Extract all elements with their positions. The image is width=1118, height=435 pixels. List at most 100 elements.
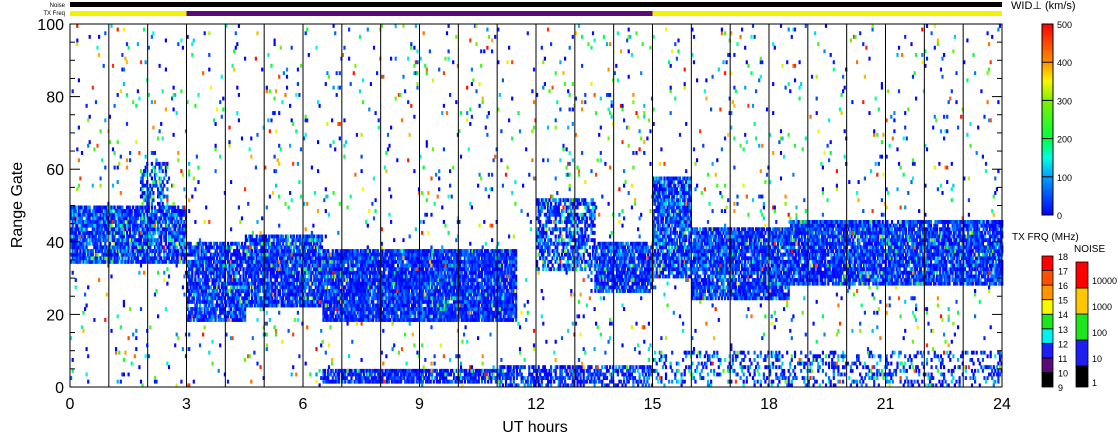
data-cell [135, 245, 138, 250]
data-cell [389, 303, 392, 308]
data-cell [214, 281, 217, 286]
data-cell [442, 252, 445, 257]
data-cell [333, 259, 336, 264]
data-cell [296, 296, 299, 301]
data-cell [303, 249, 306, 253]
data-cell [161, 201, 164, 206]
data-cell [454, 310, 457, 315]
data-cell [240, 241, 244, 246]
data-cell [515, 263, 518, 268]
data-cell [491, 318, 494, 322]
data-cell [275, 296, 278, 301]
data-cell [220, 256, 223, 261]
data-cell [216, 263, 219, 268]
data-cell [122, 230, 125, 235]
data-cell [144, 245, 147, 250]
data-cell [217, 281, 220, 286]
data-cell [174, 205, 177, 210]
data-cell [257, 274, 260, 279]
data-cell [395, 310, 398, 315]
data-cell [350, 376, 353, 380]
data-cell [88, 209, 91, 213]
data-cell [206, 281, 209, 286]
data-cell [158, 252, 161, 257]
data-cell [275, 256, 278, 261]
data-cell [228, 318, 231, 322]
data-cell [189, 241, 192, 246]
data-cell [141, 180, 144, 184]
data-cell [178, 259, 181, 264]
data-cell [155, 183, 158, 188]
data-cell [325, 310, 328, 315]
data-cell [244, 310, 247, 315]
data-cell [338, 299, 341, 304]
data-cell [372, 318, 375, 322]
data-cell [237, 241, 240, 246]
data-cell [296, 303, 299, 308]
data-cell [236, 245, 239, 250]
data-cell [141, 201, 144, 206]
data-cell [132, 259, 135, 264]
data-cell [316, 274, 319, 279]
data-cell [244, 274, 247, 279]
txfreq-segment [186, 11, 653, 16]
data-cell [161, 180, 164, 184]
data-cell [189, 318, 192, 322]
data-cell [153, 223, 157, 228]
data-cell [79, 259, 82, 264]
data-cell [448, 296, 451, 301]
data-cell [306, 296, 310, 301]
data-cell [198, 296, 202, 301]
data-cell [175, 245, 178, 250]
data-cell [515, 278, 518, 282]
data-cell [431, 267, 434, 272]
data-cell [71, 223, 74, 228]
data-cell [331, 376, 334, 380]
status-bars [70, 2, 1002, 16]
data-cell [230, 256, 233, 261]
data-cell [149, 172, 152, 177]
data-cell [392, 299, 395, 304]
data-cell [99, 256, 102, 261]
data-cell [216, 249, 219, 253]
data-cell [191, 310, 194, 315]
data-cell [432, 281, 435, 286]
data-cell [192, 318, 195, 322]
data-cell [242, 249, 245, 253]
data-cell [217, 292, 220, 297]
data-cell [331, 314, 334, 319]
data-cell [429, 314, 432, 319]
data-cell [113, 249, 116, 253]
data-cell [473, 281, 476, 286]
data-cell [239, 278, 242, 282]
data-cell [274, 292, 277, 297]
data-cell [226, 252, 230, 257]
data-cell [294, 241, 297, 246]
data-cell [209, 259, 212, 264]
data-cell [237, 249, 240, 253]
data-cell [251, 289, 254, 293]
data-cell [116, 252, 119, 257]
data-cell [85, 227, 88, 232]
data-cell [244, 281, 247, 286]
data-cell [152, 191, 155, 195]
data-cell [99, 241, 102, 246]
data-cell [251, 296, 254, 301]
data-cell [160, 216, 163, 221]
data-cell [198, 281, 202, 286]
data-cell [132, 205, 135, 210]
data-cell [236, 314, 239, 319]
data-cell [390, 285, 393, 290]
data-cell [465, 263, 468, 268]
data-cell [466, 274, 470, 279]
data-cell [161, 209, 164, 213]
data-cell [206, 274, 209, 279]
data-cell [194, 256, 197, 261]
data-cell [482, 285, 485, 290]
data-cell [319, 303, 322, 308]
data-cell [452, 289, 456, 293]
data-cell [236, 259, 239, 264]
data-cell [110, 209, 113, 213]
data-cell [216, 289, 219, 293]
data-cell [344, 285, 347, 290]
